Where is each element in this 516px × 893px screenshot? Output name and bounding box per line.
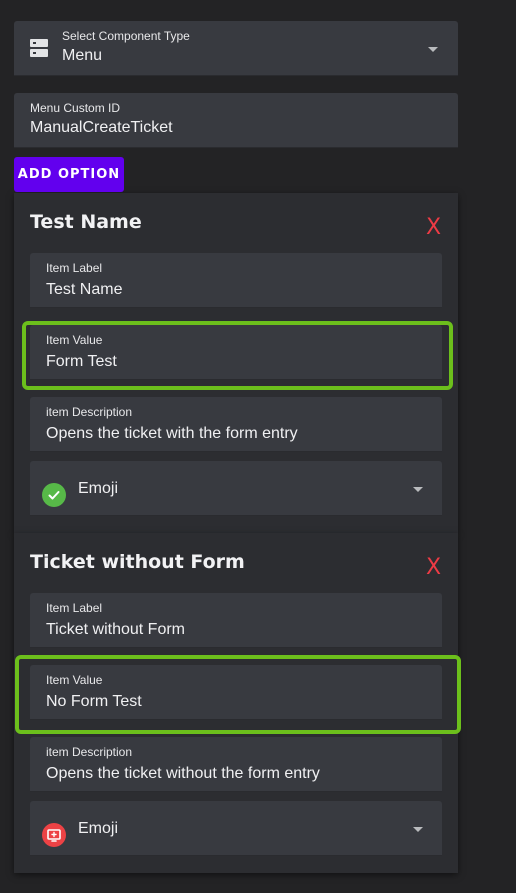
item-value-value: Form Test (46, 353, 117, 370)
item-description-label: item Description (46, 745, 133, 759)
red-ticket-icon (42, 823, 66, 847)
component-type-select[interactable]: Select Component Type Menu (14, 21, 458, 76)
chevron-down-icon (413, 487, 423, 492)
chevron-down-icon (413, 827, 423, 832)
add-option-button[interactable]: ADD OPTION (14, 157, 124, 192)
item-value-label: Item Value (46, 333, 103, 347)
option-title: Ticket without Form (30, 551, 245, 573)
custom-id-value: ManualCreateTicket (30, 119, 173, 136)
remove-option-button[interactable]: X (426, 215, 441, 240)
item-description-field[interactable]: item Description Opens the ticket with t… (30, 397, 442, 452)
item-value-label: Item Value (46, 673, 103, 687)
item-description-value: Opens the ticket with the form entry (46, 425, 298, 442)
item-value-value: No Form Test (46, 693, 142, 710)
component-type-label: Select Component Type (62, 29, 190, 43)
item-label-label: Item Label (46, 261, 103, 275)
option-title: Test Name (30, 211, 142, 233)
component-type-value: Menu (62, 47, 103, 64)
item-label-value: Test Name (46, 281, 123, 298)
emoji-select[interactable]: Emoji (30, 461, 442, 516)
item-description-label: item Description (46, 405, 133, 419)
server-icon (30, 39, 48, 57)
emoji-label: Emoji (78, 480, 119, 497)
emoji-label: Emoji (78, 820, 119, 837)
item-description-field[interactable]: item Description Opens the ticket withou… (30, 737, 442, 792)
item-label-label: Item Label (46, 601, 103, 615)
green-check-icon (42, 483, 66, 507)
custom-id-field[interactable]: Menu Custom ID ManualCreateTicket (14, 93, 458, 148)
chevron-down-icon (428, 47, 438, 52)
item-value-field[interactable]: Item Value Form Test (30, 325, 442, 380)
item-value-field[interactable]: Item Value No Form Test (30, 665, 442, 720)
custom-id-label: Menu Custom ID (30, 101, 121, 115)
item-label-value: Ticket without Form (46, 621, 185, 638)
item-description-value: Opens the ticket without the form entry (46, 765, 320, 782)
item-label-field[interactable]: Item Label Test Name (30, 253, 442, 308)
remove-option-button[interactable]: X (426, 555, 441, 580)
emoji-select[interactable]: Emoji (30, 801, 442, 856)
item-label-field[interactable]: Item Label Ticket without Form (30, 593, 442, 648)
